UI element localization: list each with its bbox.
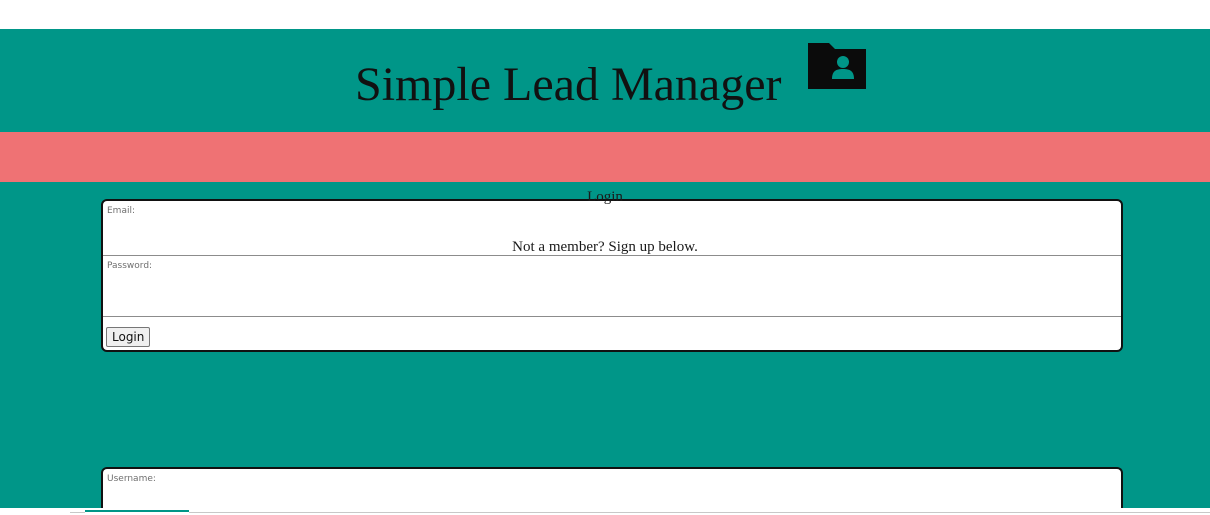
- top-strip: [0, 0, 1210, 29]
- site-header: Simple Lead Manager: [0, 29, 1210, 132]
- bottom-tab: [85, 510, 189, 515]
- login-heading: Login: [587, 189, 623, 205]
- password-input[interactable]: [107, 290, 1117, 312]
- password-field-group: Password:: [103, 256, 1121, 317]
- login-form: Email: Password: Login: [101, 199, 1123, 352]
- signup-prompt: Not a member? Sign up below.: [512, 239, 698, 255]
- email-label: Email:: [107, 206, 136, 216]
- main-content: Email: Password: Login Username:: [0, 182, 1210, 515]
- site-title: Simple Lead Manager: [355, 58, 782, 111]
- folder-user-icon: [808, 43, 866, 89]
- header-inner: Simple Lead Manager: [0, 29, 1210, 132]
- alert-banner: [0, 132, 1210, 182]
- page: Simple Lead Manager Email: Password: Log…: [0, 0, 1210, 515]
- login-button[interactable]: Login: [106, 327, 151, 347]
- login-actions: Login: [103, 317, 1121, 350]
- password-label: Password:: [107, 261, 153, 271]
- bottom-divider: [70, 512, 1210, 513]
- username-label: Username:: [107, 474, 156, 484]
